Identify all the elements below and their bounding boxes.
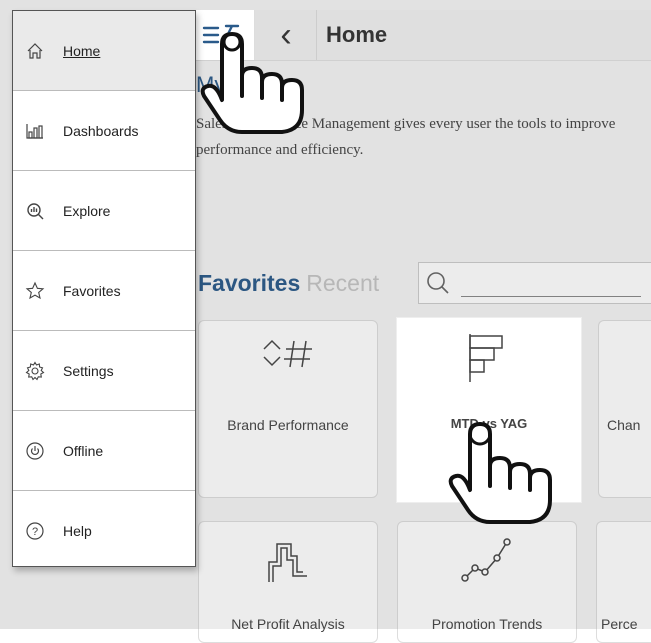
sidebar-item-home[interactable]: Home <box>13 11 195 91</box>
horizontal-bar-icon <box>469 334 503 382</box>
power-icon <box>25 441 45 461</box>
home-icon <box>25 41 45 61</box>
gear-icon <box>25 360 45 381</box>
explore-icon <box>25 201 45 221</box>
sidebar-item-label: Home <box>63 42 101 59</box>
sidebar-item-offline[interactable]: Offline <box>13 411 195 491</box>
hand-pointer-icon <box>448 422 552 524</box>
sidebar-item-favorites[interactable]: Favorites <box>13 251 195 331</box>
sidebar-item-explore[interactable]: Explore <box>13 171 195 251</box>
sidebar-item-label: Dashboards <box>63 122 139 139</box>
sidebar-item-label: Help <box>63 522 92 539</box>
sidebar-item-label: Offline <box>63 442 104 459</box>
sidebar-item-label: Favorites <box>63 282 121 299</box>
sidebar-item-settings[interactable]: Settings <box>13 331 195 411</box>
bar-chart-icon <box>25 121 45 141</box>
side-drawer: Home Dashboards Explore Favorites Settin… <box>12 10 196 567</box>
hand-pointer-icon <box>200 32 304 134</box>
help-icon: ? <box>25 521 45 541</box>
svg-text:?: ? <box>32 526 38 538</box>
sidebar-item-label: Settings <box>63 362 114 379</box>
sidebar-item-dashboards[interactable]: Dashboards <box>13 91 195 171</box>
sidebar-item-label: Explore <box>63 202 111 219</box>
star-icon <box>25 281 45 301</box>
sidebar-item-help[interactable]: ? Help <box>13 491 195 570</box>
